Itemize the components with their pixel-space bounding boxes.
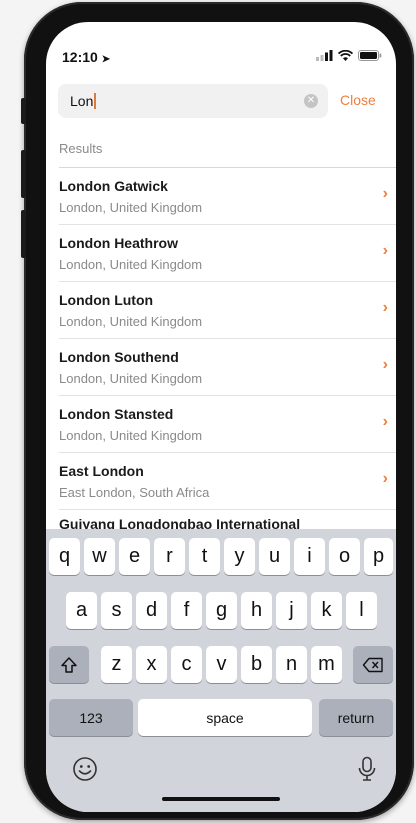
key-j[interactable]: j [276, 592, 307, 629]
key-p[interactable]: p [364, 538, 393, 575]
shift-icon [61, 656, 77, 673]
keyboard: q w e r t y u i o p a s d f g h j k l z … [46, 529, 396, 812]
status-bar: 12:10 ➤ [46, 22, 396, 82]
close-button[interactable]: Close [340, 92, 376, 108]
key-q[interactable]: q [49, 538, 80, 575]
key-u[interactable]: u [259, 538, 290, 575]
delete-key[interactable] [353, 646, 393, 683]
result-name: London Heathrow [59, 235, 178, 251]
home-indicator[interactable] [162, 797, 280, 801]
result-item-london-southend[interactable]: London Southend London, United Kingdom › [59, 338, 396, 395]
space-key[interactable]: space [138, 699, 312, 736]
result-item-london-gatwick[interactable]: London Gatwick London, United Kingdom › [59, 167, 396, 224]
result-location: London, United Kingdom [59, 314, 203, 329]
volume-down-button [21, 210, 26, 258]
text-caret [94, 93, 96, 109]
key-n[interactable]: n [276, 646, 307, 683]
results-list: London Gatwick London, United Kingdom › … [46, 167, 396, 510]
key-f[interactable]: f [171, 592, 202, 629]
result-item-london-luton[interactable]: London Luton London, United Kingdom › [59, 281, 396, 338]
microphone-icon[interactable] [357, 756, 377, 787]
key-i[interactable]: i [294, 538, 325, 575]
key-r[interactable]: r [154, 538, 185, 575]
results-heading: Results [59, 141, 103, 156]
wifi-icon [338, 50, 353, 61]
chevron-right-icon: › [382, 413, 388, 430]
result-location: London, United Kingdom [59, 428, 203, 443]
result-name: London Gatwick [59, 178, 168, 194]
status-icons [316, 50, 382, 61]
result-item-east-london[interactable]: East London East London, South Africa › [59, 452, 396, 509]
key-h[interactable]: h [241, 592, 272, 629]
key-g[interactable]: g [206, 592, 237, 629]
key-v[interactable]: v [206, 646, 237, 683]
chevron-right-icon: › [382, 242, 388, 259]
chevron-right-icon: › [382, 470, 388, 487]
emoji-icon[interactable] [72, 756, 98, 787]
result-location: London, United Kingdom [59, 257, 203, 272]
chevron-right-icon: › [382, 356, 388, 373]
result-location: London, United Kingdom [59, 200, 203, 215]
key-w[interactable]: w [84, 538, 115, 575]
mute-switch [21, 98, 26, 124]
search-input[interactable]: Lon ✕ [58, 84, 328, 118]
result-name: London Southend [59, 349, 179, 365]
result-item-london-stansted[interactable]: London Stansted London, United Kingdom › [59, 395, 396, 452]
key-k[interactable]: k [311, 592, 342, 629]
key-s[interactable]: s [101, 592, 132, 629]
result-item-london-heathrow[interactable]: London Heathrow London, United Kingdom › [59, 224, 396, 281]
screen: 12:10 ➤ Lon ✕ Close Results London Gatwi… [46, 22, 396, 812]
key-l[interactable]: l [346, 592, 377, 629]
shift-key[interactable] [49, 646, 89, 683]
key-b[interactable]: b [241, 646, 272, 683]
backspace-icon [362, 657, 383, 672]
key-e[interactable]: e [119, 538, 150, 575]
return-key[interactable]: return [319, 699, 393, 736]
result-location: London, United Kingdom [59, 371, 203, 386]
key-d[interactable]: d [136, 592, 167, 629]
search-row: Lon ✕ Close [58, 84, 388, 118]
key-z[interactable]: z [101, 646, 132, 683]
list-divider [59, 509, 396, 510]
result-name: London Luton [59, 292, 154, 308]
result-location: East London, South Africa [59, 485, 210, 500]
chevron-right-icon: › [382, 185, 388, 202]
key-m[interactable]: m [311, 646, 342, 683]
battery-icon [358, 50, 382, 61]
key-y[interactable]: y [224, 538, 255, 575]
result-name: East London [59, 463, 144, 479]
key-c[interactable]: c [171, 646, 202, 683]
key-o[interactable]: o [329, 538, 360, 575]
signal-icon [316, 50, 333, 61]
location-arrow-icon: ➤ [101, 54, 111, 65]
volume-up-button [21, 150, 26, 198]
search-query[interactable]: Lon [70, 93, 96, 109]
key-x[interactable]: x [136, 646, 167, 683]
key-t[interactable]: t [189, 538, 220, 575]
result-name: London Stansted [59, 406, 174, 422]
key-a[interactable]: a [66, 592, 97, 629]
clear-search-icon[interactable]: ✕ [304, 94, 318, 108]
status-time: 12:10 ➤ [62, 49, 111, 65]
chevron-right-icon: › [382, 299, 388, 316]
numbers-key[interactable]: 123 [49, 699, 133, 736]
